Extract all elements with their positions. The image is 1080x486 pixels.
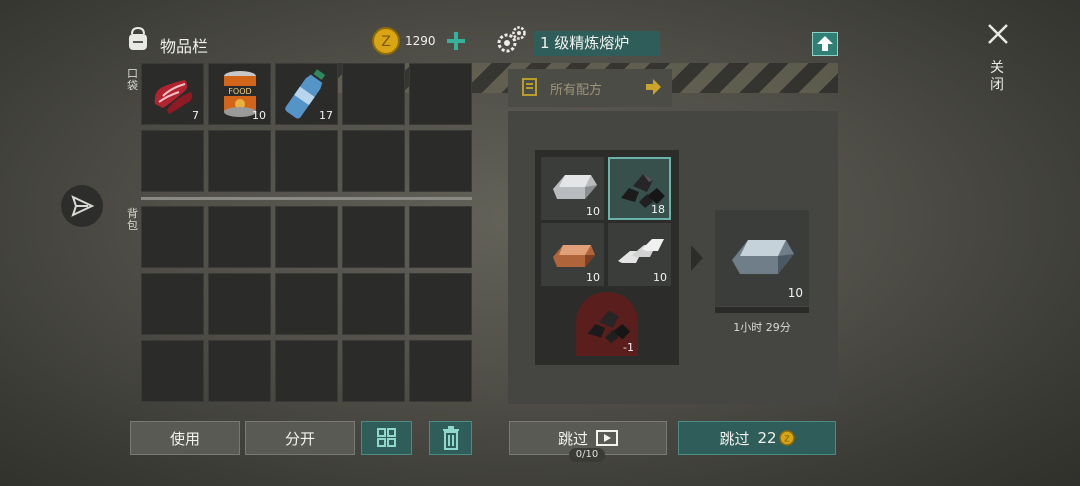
inventory-slot[interactable] [342, 206, 405, 268]
workbench-title: 1 级精炼熔炉 [534, 31, 660, 56]
copper-ingot-icon [553, 245, 595, 267]
inventory-slot[interactable] [342, 273, 405, 335]
video-play-icon [596, 430, 618, 446]
inventory-slot[interactable] [141, 273, 204, 335]
use-button[interactable]: 使用 [130, 421, 240, 455]
item-count: 10 [586, 205, 600, 218]
item-count: -1 [623, 341, 634, 354]
skip-cost: 22 [757, 429, 777, 447]
item-count: 18 [651, 203, 665, 216]
output-slot[interactable]: 10 [715, 210, 809, 306]
pocket-label: 口袋 [127, 67, 138, 92]
item-count: 7 [192, 109, 199, 122]
backpack-label: 背包 [127, 207, 138, 232]
silver-bars-icon [618, 239, 664, 263]
item-count: 10 [252, 109, 266, 122]
can-label: FOOD [228, 87, 251, 96]
output-progress-track [715, 307, 809, 313]
inventory-slot[interactable] [275, 130, 338, 192]
inventory-slot[interactable] [342, 63, 405, 125]
item-count: 17 [319, 109, 333, 122]
iron-ingot-icon [553, 175, 597, 199]
close-label[interactable]: 关闭 [990, 60, 1006, 94]
inventory-slot[interactable] [409, 273, 472, 335]
output-count: 10 [787, 286, 803, 300]
upgrade-button[interactable] [812, 32, 838, 56]
skip-paid-label: 跳过 [719, 429, 750, 448]
recipes-tab[interactable]: 所有配方 [508, 69, 672, 107]
inventory-slot[interactable] [208, 130, 271, 192]
inventory-slot[interactable]: 17 [275, 63, 338, 125]
svg-text:Z: Z [784, 435, 790, 444]
inventory-slot[interactable] [208, 273, 271, 335]
item-count: 10 [653, 271, 667, 284]
inventory-slot[interactable] [208, 340, 271, 402]
recipe-note-icon [520, 77, 540, 97]
coin-icon: Z [778, 430, 795, 446]
input-slot[interactable]: 10 [541, 157, 604, 220]
split-button[interactable]: 分开 [245, 421, 355, 455]
input-slot-selected[interactable]: 18 [608, 157, 671, 220]
grid-icon [376, 428, 396, 447]
inventory-slot[interactable]: FOOD 10 [208, 63, 271, 125]
add-currency-button[interactable] [444, 27, 468, 55]
skip-label: 跳过 [557, 429, 588, 448]
inventory-slot[interactable] [409, 63, 472, 125]
svg-text:Z: Z [381, 34, 391, 50]
input-slot[interactable]: 10 [608, 223, 671, 286]
backpack-icon [124, 25, 152, 53]
inventory-slot[interactable] [275, 273, 338, 335]
inventory-slot[interactable] [275, 206, 338, 268]
fuel-slot[interactable]: -1 [576, 292, 638, 356]
inventory-slot[interactable] [342, 130, 405, 192]
inventory-slot[interactable] [208, 206, 271, 268]
sort-grid-button[interactable] [361, 421, 412, 455]
input-slot[interactable]: 10 [541, 223, 604, 286]
side-nav-icon[interactable] [61, 185, 103, 227]
gears-icon [494, 24, 528, 56]
inventory-slot[interactable] [275, 340, 338, 402]
craft-time: 1小时 29分 [733, 321, 791, 334]
inventory-slot[interactable] [141, 130, 204, 192]
inventory-slot[interactable] [141, 340, 204, 402]
skip-counter-badge: 0/10 [569, 448, 605, 462]
section-divider [141, 197, 472, 200]
recipes-label: 所有配方 [550, 83, 603, 98]
trash-button[interactable] [429, 421, 472, 455]
inventory-slot[interactable] [342, 340, 405, 402]
item-count: 10 [586, 271, 600, 284]
inventory-slot[interactable] [141, 206, 204, 268]
inventory-slot[interactable] [409, 340, 472, 402]
currency-amount: 1290 [405, 34, 436, 48]
inventory-slot[interactable] [409, 206, 472, 268]
trash-icon [442, 426, 459, 450]
close-icon[interactable] [986, 22, 1010, 46]
skip-paid-button[interactable]: 跳过 22 Z [678, 421, 836, 455]
steel-ingot-icon [732, 240, 794, 274]
process-arrow-icon [690, 244, 704, 272]
inventory-slot[interactable]: 7 [141, 63, 204, 125]
inventory-slot[interactable] [409, 130, 472, 192]
arrow-right-icon [644, 77, 662, 97]
inventory-title: 物品栏 [160, 37, 209, 56]
coin-icon: Z [372, 27, 400, 55]
